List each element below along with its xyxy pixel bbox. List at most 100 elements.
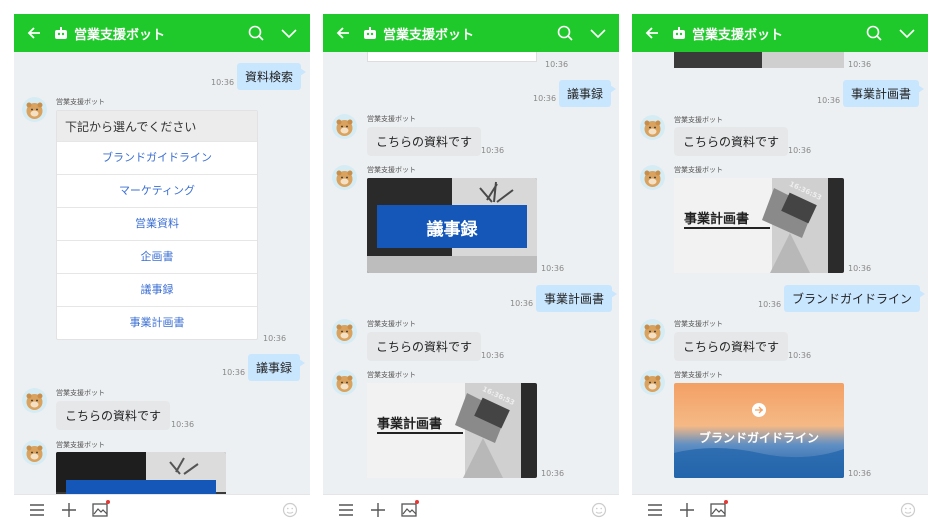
bot-avatar <box>640 165 665 190</box>
notification-dot <box>724 500 728 504</box>
timestamp: 10:36 <box>541 469 565 478</box>
bot-avatar <box>332 165 357 190</box>
bot-avatar <box>332 114 357 139</box>
timestamp: 10:36 <box>481 351 505 360</box>
menu-item-sales-material[interactable]: 営業資料 <box>57 207 257 240</box>
image-icon[interactable] <box>92 500 110 518</box>
menu-item-business-plan[interactable]: 事業計画書 <box>57 306 257 339</box>
bot-name: 営業支援ボット <box>367 371 416 379</box>
bot-message: こちらの資料です <box>56 401 171 430</box>
document-card-business-plan[interactable]: 事業計画書 16:36:53 <box>367 383 537 478</box>
bot-avatar <box>640 115 665 140</box>
bot-avatar <box>22 388 47 413</box>
menu-item-minutes[interactable]: 議事録 <box>57 273 257 306</box>
bot-avatar <box>640 319 665 344</box>
timestamp: 10:36 <box>848 60 872 69</box>
bot-name: 営業支援ボット <box>674 371 723 379</box>
timestamp: 10:36 <box>510 299 534 308</box>
timestamp: 10:36 <box>171 420 195 429</box>
timestamp: 10:36 <box>788 351 812 360</box>
timestamp: 10:36 <box>541 264 565 273</box>
chat-screen-2: 営業支援ボット 10:36 10:36 議事録 営業支援ボット こちらの資料です… <box>323 14 619 524</box>
menu-item-brand-guideline[interactable]: ブランドガイドライン <box>57 141 257 174</box>
search-icon[interactable] <box>248 25 264 41</box>
bot-avatar <box>22 97 47 122</box>
previous-card-bottom <box>367 52 537 62</box>
chat-header: 営業支援ボット <box>14 14 310 52</box>
user-message: 事業計画書 <box>536 285 618 312</box>
menu-item-marketing[interactable]: マーケティング <box>57 174 257 207</box>
bot-name: 営業支援ボット <box>674 320 723 328</box>
timestamp: 10:36 <box>211 78 235 87</box>
bot-icon <box>364 27 376 39</box>
user-message: ブランドガイドライン <box>784 285 926 312</box>
notification-dot <box>415 500 419 504</box>
chat-title: 営業支援ボット <box>692 28 784 43</box>
bot-avatar <box>640 370 665 395</box>
chat-title: 営業支援ボット <box>74 28 166 43</box>
bot-name: 営業支援ボット <box>367 166 416 174</box>
card-title: 事業計画書 <box>684 212 750 227</box>
document-card-business-plan[interactable]: 事業計画書 16:36:53 <box>674 178 844 273</box>
chat-title: 営業支援ボット <box>383 28 475 43</box>
timestamp: 10:36 <box>481 146 505 155</box>
bot-name: 営業支援ボット <box>56 389 105 397</box>
search-icon[interactable] <box>866 25 882 41</box>
chat-screen-1: 営業支援ボット 10:36 資料検索 営業支援ボット 下記から選んでください ブ… <box>14 14 310 524</box>
timestamp: 10:36 <box>263 334 287 343</box>
document-card-minutes[interactable]: 議事録 <box>367 178 537 273</box>
menu-item-proposal[interactable]: 企画書 <box>57 240 257 273</box>
image-icon[interactable] <box>710 500 728 518</box>
emoji-icon[interactable] <box>282 502 298 518</box>
timestamp: 10:36 <box>788 146 812 155</box>
timestamp: 10:36 <box>817 96 841 105</box>
chevron-down-icon[interactable] <box>898 26 916 40</box>
timestamp: 10:36 <box>222 368 246 377</box>
bot-avatar <box>332 319 357 344</box>
back-arrow-icon[interactable] <box>26 25 42 41</box>
user-message: 議事録 <box>248 354 306 381</box>
search-icon[interactable] <box>557 25 573 41</box>
chevron-down-icon[interactable] <box>280 26 298 40</box>
notification-dot <box>106 500 110 504</box>
timestamp: 10:36 <box>533 94 557 103</box>
timestamp: 10:36 <box>848 469 872 478</box>
bot-message: こちらの資料です <box>367 127 482 156</box>
chat-header: 営業支援ボット <box>323 14 619 52</box>
bot-avatar <box>22 440 47 465</box>
plus-icon[interactable] <box>370 502 386 518</box>
timestamp: 10:36 <box>758 300 782 309</box>
menu-header: 下記から選んでください <box>57 111 257 141</box>
bot-message: こちらの資料です <box>674 127 789 156</box>
document-card-brand-guideline[interactable]: ブランドガイドライン <box>674 383 844 478</box>
back-arrow-icon[interactable] <box>644 25 660 41</box>
bot-icon <box>673 27 685 39</box>
user-message: 事業計画書 <box>843 80 925 107</box>
plus-icon[interactable] <box>679 502 695 518</box>
input-toolbar <box>14 494 310 524</box>
bot-avatar <box>332 370 357 395</box>
input-toolbar <box>323 494 619 524</box>
chevron-down-icon[interactable] <box>589 26 607 40</box>
chat-header: 営業支援ボット <box>632 14 928 52</box>
chat-screen-3: 営業支援ボット 10:36 10:36 事業計画書 営業支援ボット こちらの資料… <box>632 14 928 524</box>
card-title: 事業計画書 <box>377 417 443 432</box>
card-title: ブランドガイドライン <box>698 431 819 445</box>
bot-name: 営業支援ボット <box>367 115 416 123</box>
previous-card-bottom <box>674 52 844 68</box>
image-icon[interactable] <box>401 500 419 518</box>
menu-icon[interactable] <box>647 502 663 518</box>
timestamp: 10:36 <box>545 60 569 69</box>
emoji-icon[interactable] <box>900 502 916 518</box>
bot-name: 営業支援ボット <box>367 320 416 328</box>
plus-icon[interactable] <box>61 502 77 518</box>
menu-icon[interactable] <box>338 502 354 518</box>
user-message: 議事録 <box>559 80 617 107</box>
bot-name: 営業支援ボット <box>56 441 105 449</box>
emoji-icon[interactable] <box>591 502 607 518</box>
menu-icon[interactable] <box>29 502 45 518</box>
bot-icon <box>55 27 67 39</box>
bot-name: 営業支援ボット <box>56 98 105 106</box>
back-arrow-icon[interactable] <box>335 25 351 41</box>
bot-name: 営業支援ボット <box>674 166 723 174</box>
